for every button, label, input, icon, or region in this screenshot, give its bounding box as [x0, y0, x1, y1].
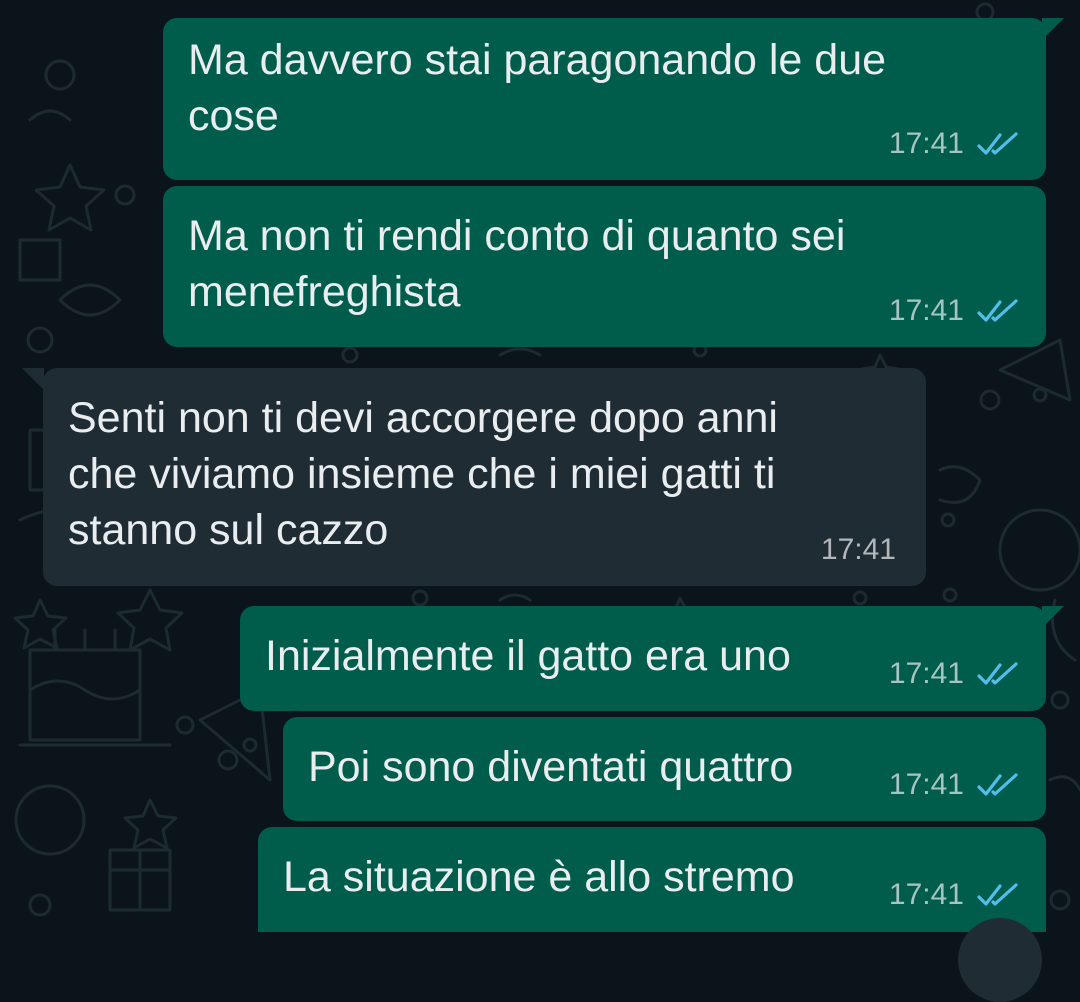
message-text: Senti non ti devi accorgere dopo anni ch… — [68, 394, 778, 554]
read-double-check-icon — [977, 132, 1018, 155]
message-text: La situazione è allo stremo — [283, 853, 795, 901]
message-text: Poi sono diventati quattro — [308, 743, 794, 791]
message-time: 17:41 — [888, 127, 964, 160]
read-double-check-icon — [977, 299, 1018, 322]
outgoing-message[interactable]: La situazione è allo stremo 17:41 — [258, 827, 1046, 932]
read-double-check-icon — [977, 883, 1018, 906]
message-meta: 17:41 — [889, 127, 1020, 161]
message-time: 17:41 — [820, 533, 896, 566]
message-time: 17:41 — [888, 878, 964, 911]
message-meta: 17:41 — [889, 294, 1020, 328]
message-meta: 17:41 — [889, 768, 1020, 802]
message-time: 17:41 — [888, 768, 964, 801]
message-meta: 17:41 — [889, 878, 1020, 912]
message-meta: 17:41 — [889, 657, 1020, 691]
message-text: Ma non ti rendi conto di quanto sei mene… — [188, 212, 846, 316]
message-text: Ma davvero stai paragonando le due cose — [188, 36, 887, 140]
message-time: 17:41 — [888, 657, 964, 690]
read-double-check-icon — [977, 662, 1018, 685]
incoming-message[interactable]: Senti non ti devi accorgere dopo anni ch… — [43, 368, 926, 586]
outgoing-message[interactable]: Ma davvero stai paragonando le due cose … — [163, 18, 1046, 180]
message-time: 17:41 — [888, 294, 964, 327]
message-text: Inizialmente il gatto era uno — [265, 632, 791, 680]
message-meta: 17:41 — [821, 533, 896, 567]
read-double-check-icon — [977, 773, 1018, 796]
outgoing-message[interactable]: Ma non ti rendi conto di quanto sei mene… — [163, 186, 1046, 347]
scroll-to-bottom-button[interactable] — [958, 918, 1042, 1002]
outgoing-message[interactable]: Poi sono diventati quattro 17:41 — [283, 717, 1046, 821]
incoming-bubble-tail — [22, 368, 44, 390]
outgoing-message[interactable]: Inizialmente il gatto era uno 17:41 — [240, 606, 1046, 711]
